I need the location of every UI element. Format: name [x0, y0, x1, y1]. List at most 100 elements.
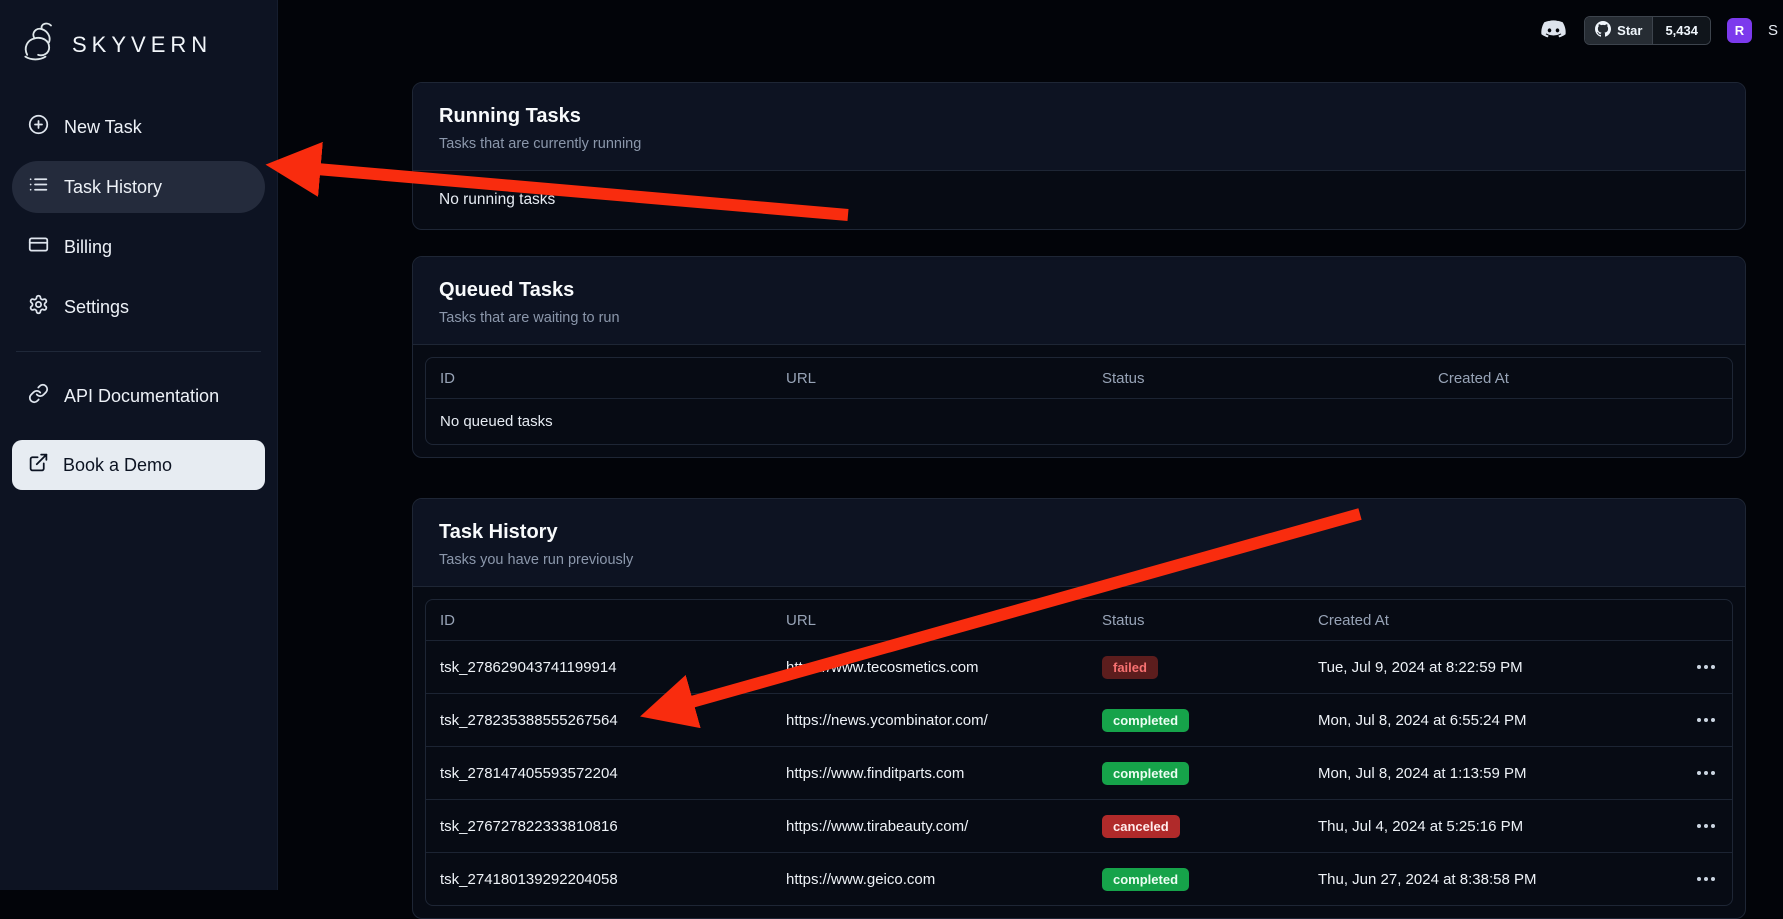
sidebar-item-settings[interactable]: Settings: [12, 281, 265, 333]
task-url-cell: https://www.tecosmetics.com: [772, 659, 1088, 676]
task-history-card: Task History Tasks you have run previous…: [412, 498, 1746, 919]
ellipsis-icon: [1704, 771, 1708, 775]
task-status-cell: completed: [1088, 762, 1304, 785]
queued-tasks-subtitle: Tasks that are waiting to run: [439, 310, 1719, 326]
credit-card-icon: [28, 234, 49, 260]
github-star-button[interactable]: Star 5,434: [1584, 16, 1711, 45]
discord-icon[interactable]: [1539, 16, 1568, 45]
app-title: SKYVERN: [72, 32, 212, 58]
queued-tasks-title: Queued Tasks: [439, 279, 1719, 302]
task-status-cell: failed: [1088, 656, 1304, 679]
queued-table-header: ID URL Status Created At: [426, 358, 1732, 398]
task-id-cell: tsk_278147405593572204: [426, 765, 772, 782]
ellipsis-icon: [1704, 665, 1708, 669]
column-header-status: Status: [1088, 612, 1304, 629]
status-badge: completed: [1102, 868, 1189, 891]
task-url-cell: https://www.tirabeauty.com/: [772, 818, 1088, 835]
task-created-at-cell: Tue, Jul 9, 2024 at 8:22:59 PM: [1304, 659, 1644, 676]
task-created-at-cell: Mon, Jul 8, 2024 at 1:13:59 PM: [1304, 765, 1644, 782]
plus-circle-icon: [28, 114, 49, 140]
task-url-cell: https://www.finditparts.com: [772, 765, 1088, 782]
row-actions-button[interactable]: [1694, 869, 1718, 889]
user-name-label: S: [1768, 22, 1783, 39]
ellipsis-icon: [1704, 718, 1708, 722]
task-history-header: Task History Tasks you have run previous…: [413, 499, 1745, 587]
ellipsis-icon: [1704, 877, 1708, 881]
task-actions-cell: [1644, 816, 1732, 836]
column-header-created-at: Created At: [1304, 612, 1644, 629]
task-url-cell: https://news.ycombinator.com/: [772, 712, 1088, 729]
task-actions-cell: [1644, 657, 1732, 677]
history-table-header: ID URL Status Created At: [426, 600, 1732, 640]
queued-tasks-card: Queued Tasks Tasks that are waiting to r…: [412, 256, 1746, 458]
task-status-cell: canceled: [1088, 815, 1304, 838]
row-actions-button[interactable]: [1694, 710, 1718, 730]
github-star-count[interactable]: 5,434: [1652, 17, 1710, 44]
task-status-cell: completed: [1088, 868, 1304, 891]
task-actions-cell: [1644, 710, 1732, 730]
link-icon: [28, 383, 49, 409]
task-created-at-cell: Thu, Jul 4, 2024 at 5:25:16 PM: [1304, 818, 1644, 835]
task-actions-cell: [1644, 763, 1732, 783]
task-created-at-cell: Thu, Jun 27, 2024 at 8:38:58 PM: [1304, 871, 1644, 888]
column-header-status: Status: [1088, 370, 1424, 387]
queued-tasks-body: ID URL Status Created At No queued tasks: [413, 345, 1745, 457]
table-row[interactable]: tsk_276727822333810816 https://www.tirab…: [426, 799, 1732, 852]
history-table-body: tsk_278629043741199914 https://www.tecos…: [426, 640, 1732, 905]
running-tasks-header: Running Tasks Tasks that are currently r…: [413, 83, 1745, 171]
sidebar-item-label: Task History: [64, 177, 162, 198]
column-header-url: URL: [772, 370, 1088, 387]
column-header-id: ID: [426, 370, 772, 387]
table-row[interactable]: tsk_278147405593572204 https://www.findi…: [426, 746, 1732, 799]
secondary-nav: API Documentation Book a Demo: [0, 370, 277, 490]
book-a-demo-button[interactable]: Book a Demo: [12, 440, 265, 490]
task-actions-cell: [1644, 869, 1732, 889]
column-header-url: URL: [772, 612, 1088, 629]
book-a-demo-label: Book a Demo: [63, 455, 172, 476]
sidebar-item-new-task[interactable]: New Task: [12, 101, 265, 153]
status-badge: completed: [1102, 762, 1189, 785]
skyvern-logo-icon: [18, 20, 62, 69]
task-id-cell: tsk_274180139292204058: [426, 871, 772, 888]
table-row[interactable]: tsk_278235388555267564 https://news.ycom…: [426, 693, 1732, 746]
sidebar-divider: [16, 351, 261, 352]
running-tasks-card: Running Tasks Tasks that are currently r…: [412, 82, 1746, 230]
task-history-table: ID URL Status Created At tsk_27862904374…: [425, 599, 1733, 906]
column-header-created-at: Created At: [1424, 370, 1732, 387]
task-status-cell: completed: [1088, 709, 1304, 732]
column-header-id: ID: [426, 612, 772, 629]
primary-nav: New Task Task History Billing: [0, 101, 277, 333]
sidebar-item-billing[interactable]: Billing: [12, 221, 265, 273]
status-badge: canceled: [1102, 815, 1180, 838]
ellipsis-icon: [1704, 824, 1708, 828]
sidebar-item-api-documentation[interactable]: API Documentation: [12, 370, 265, 422]
sidebar-item-label: API Documentation: [64, 386, 219, 407]
running-tasks-subtitle: Tasks that are currently running: [439, 136, 1719, 152]
task-id-cell: tsk_278629043741199914: [426, 659, 772, 676]
github-star-left[interactable]: Star: [1585, 17, 1652, 44]
row-actions-button[interactable]: [1694, 657, 1718, 677]
task-history-body: ID URL Status Created At tsk_27862904374…: [413, 587, 1745, 918]
external-link-icon: [28, 452, 49, 478]
logo-row: SKYVERN: [0, 14, 277, 79]
table-row[interactable]: tsk_274180139292204058 https://www.geico…: [426, 852, 1732, 905]
main-content: Running Tasks Tasks that are currently r…: [278, 0, 1783, 890]
gear-icon: [28, 294, 49, 320]
row-actions-button[interactable]: [1694, 816, 1718, 836]
avatar[interactable]: R: [1727, 18, 1752, 43]
task-id-cell: tsk_278235388555267564: [426, 712, 772, 729]
task-id-cell: tsk_276727822333810816: [426, 818, 772, 835]
sidebar-item-task-history[interactable]: Task History: [12, 161, 265, 213]
sidebar: SKYVERN New Task Task History: [0, 0, 278, 890]
github-icon: [1595, 21, 1611, 40]
github-star-label: Star: [1617, 23, 1642, 38]
running-tasks-empty-text: No running tasks: [413, 171, 1745, 229]
task-history-subtitle: Tasks you have run previously: [439, 552, 1719, 568]
sidebar-item-label: Settings: [64, 297, 129, 318]
table-row[interactable]: tsk_278629043741199914 https://www.tecos…: [426, 640, 1732, 693]
running-tasks-title: Running Tasks: [439, 105, 1719, 128]
task-created-at-cell: Mon, Jul 8, 2024 at 6:55:24 PM: [1304, 712, 1644, 729]
status-badge: completed: [1102, 709, 1189, 732]
row-actions-button[interactable]: [1694, 763, 1718, 783]
list-icon: [28, 174, 49, 200]
